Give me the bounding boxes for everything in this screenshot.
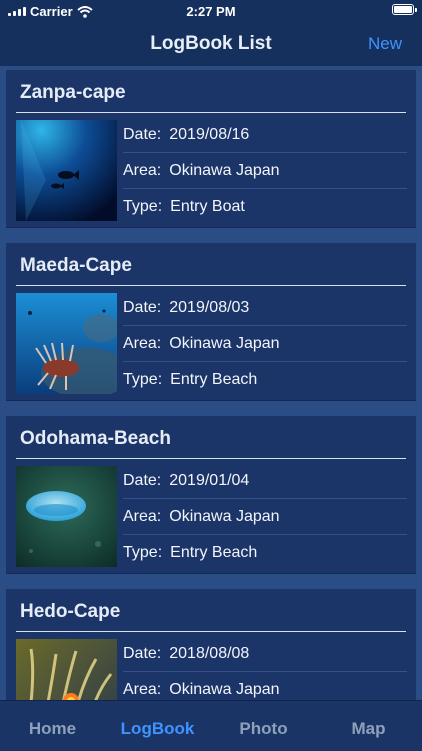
title-divider — [16, 631, 406, 632]
dive-photo-thumbnail — [16, 466, 117, 567]
area-value: Okinawa Japan — [169, 507, 280, 525]
area-label: Area: — [123, 507, 162, 525]
status-bar: Carrier 2:27 PM — [0, 0, 422, 22]
title-divider — [16, 458, 406, 459]
tab-logbook[interactable]: LogBook — [105, 719, 210, 739]
dive-photo-thumbnail — [16, 639, 117, 700]
area-row: Area: Okinawa Japan — [123, 153, 407, 189]
date-row: Date: 2019/08/16 — [123, 117, 407, 153]
date-label: Date: — [123, 471, 162, 489]
date-label: Date: — [123, 298, 162, 316]
card-title: Zanpa-cape — [20, 82, 126, 103]
tab-home[interactable]: Home — [0, 719, 105, 739]
type-value: Entry Beach — [170, 370, 258, 388]
card-title: Maeda-Cape — [20, 255, 132, 276]
card-title: Hedo-Cape — [20, 601, 121, 622]
tab-bar: Home LogBook Photo Map — [0, 700, 422, 751]
area-value: Okinawa Japan — [169, 680, 280, 698]
dive-photo-thumbnail — [16, 120, 117, 221]
date-label: Date: — [123, 125, 162, 143]
tab-map[interactable]: Map — [316, 719, 421, 739]
title-divider — [16, 112, 406, 113]
type-row: Type: Entry Beach — [123, 535, 407, 570]
battery-icon — [392, 4, 417, 15]
title-divider — [16, 285, 406, 286]
navigation-bar: LogBook List New — [0, 22, 422, 67]
type-label: Type: — [123, 197, 163, 215]
dive-photo-thumbnail — [16, 293, 117, 394]
tab-photo[interactable]: Photo — [211, 719, 316, 739]
area-row: Area: Okinawa Japan — [123, 326, 407, 362]
logbook-card-hedo-cape[interactable]: Hedo-Cape Date: 2018/08/08 Area: Okinawa… — [6, 589, 416, 700]
area-label: Area: — [123, 161, 162, 179]
card-title: Odohama-Beach — [20, 428, 171, 449]
date-value: 2019/08/03 — [169, 298, 250, 316]
type-value: Entry Boat — [170, 197, 245, 215]
status-time: 2:27 PM — [186, 4, 236, 19]
type-label: Type: — [123, 370, 163, 388]
area-value: Okinawa Japan — [169, 334, 280, 352]
type-label: Type: — [123, 543, 163, 561]
area-label: Area: — [123, 334, 162, 352]
logbook-card-maeda-cape[interactable]: Maeda-Cape Date: 2019/08/03 Area: Okinaw… — [6, 243, 416, 401]
date-label: Date: — [123, 644, 162, 662]
date-row: Date: 2019/08/03 — [123, 290, 407, 326]
type-row: Type: Entry Boat — [123, 189, 407, 224]
date-value: 2019/01/04 — [169, 471, 250, 489]
area-value: Okinawa Japan — [169, 161, 280, 179]
page-title: LogBook List — [150, 33, 272, 54]
new-logbook-button[interactable]: New — [368, 34, 402, 54]
type-row: Type: Entry Beach — [123, 362, 407, 397]
logbook-card-zanpa-cape[interactable]: Zanpa-cape Date: 2019/08/16 Area: Okinaw… — [6, 70, 416, 228]
date-row: Date: 2019/01/04 — [123, 463, 407, 499]
type-value: Entry Beach — [170, 543, 258, 561]
date-value: 2018/08/08 — [169, 644, 250, 662]
area-row: Area: Okinawa Japan — [123, 672, 407, 700]
area-label: Area: — [123, 680, 162, 698]
date-row: Date: 2018/08/08 — [123, 636, 407, 672]
area-row: Area: Okinawa Japan — [123, 499, 407, 535]
logbook-card-odohama-beach[interactable]: Odohama-Beach Date: 2019/01/04 Area: Oki… — [6, 416, 416, 574]
logbook-list[interactable]: Zanpa-cape Date: 2019/08/16 Area: Okinaw… — [0, 66, 422, 700]
date-value: 2019/08/16 — [169, 125, 250, 143]
